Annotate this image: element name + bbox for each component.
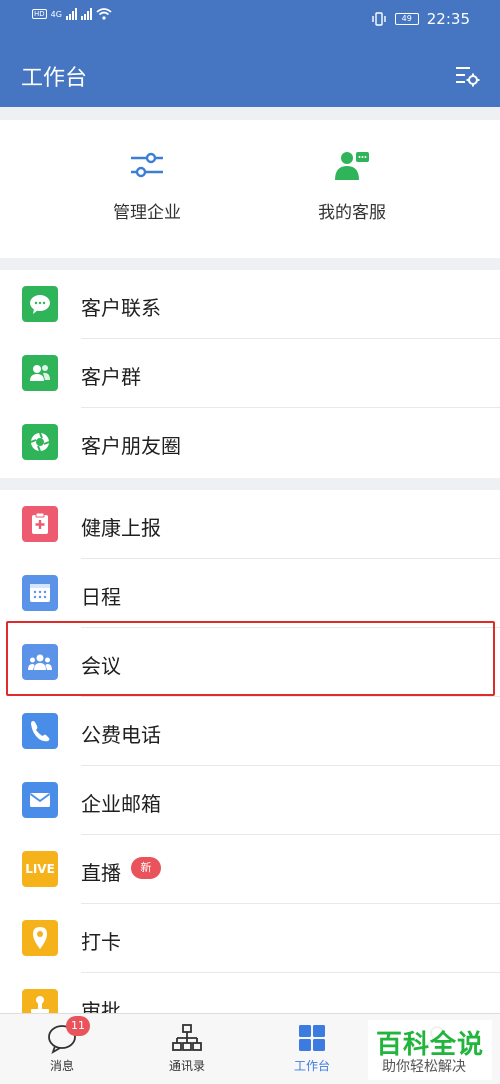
item-label: 直播 [81,861,121,885]
watermark-logo: 百科全说 助你轻松解决 [368,1020,492,1080]
org-chart-icon [172,1024,202,1051]
list-item-public-phone[interactable]: 公费电话 [0,697,500,766]
status-bar: HD 4G 49 22:35 [0,0,500,40]
tab-contacts[interactable]: 通讯录 [137,1022,237,1074]
vibrate-icon [372,12,386,26]
list-item-check-in[interactable]: 打卡 [0,904,500,973]
my-customer-service-button[interactable]: 我的客服 [272,150,432,223]
location-pin-icon [22,920,58,956]
signal-icon [80,8,92,20]
list-item-customer-contact[interactable]: 客户联系 [0,270,500,339]
signal-indicators: HD 4G [32,8,112,20]
item-label: 健康上报 [81,516,161,540]
list-item-health-report[interactable]: 健康上报 [0,490,500,559]
item-label: 会议 [81,654,121,678]
live-icon: LIVE [22,851,58,887]
sliders-icon [131,152,163,178]
list-item-meeting[interactable]: 会议 [0,628,500,697]
group-users-icon [22,355,58,391]
item-label: 客户朋友圈 [81,434,181,458]
item-label: 企业邮箱 [81,792,161,816]
quick-action-label: 管理企业 [113,203,181,223]
mail-icon [22,782,58,818]
aperture-icon [22,424,58,460]
calendar-icon [22,575,58,611]
manage-enterprise-button[interactable]: 管理企业 [67,150,227,223]
phone-icon [22,713,58,749]
signal-icon [65,8,77,20]
list-item-customer-moments[interactable]: 客户朋友圈 [0,408,500,477]
watermark-subtitle: 助你轻松解决 [382,1059,466,1075]
status-right: 49 22:35 [371,10,470,28]
list-item-schedule[interactable]: 日程 [0,559,500,628]
wifi-icon [96,8,112,20]
tab-messages[interactable]: 11 消息 [12,1016,112,1074]
item-label: 打卡 [81,930,121,954]
battery-icon: 49 [394,13,419,25]
page-title: 工作台 [21,66,88,91]
list-item-live[interactable]: LIVE 直播 新 [0,835,500,904]
clock: 22:35 [426,10,470,28]
customer-service-icon [335,152,369,180]
tab-label: 工作台 [293,1059,330,1073]
medical-clipboard-icon [22,506,58,542]
workbench-settings-icon[interactable] [454,62,480,88]
customer-apps-list: 客户联系 客户群 客户朋友圈 [0,270,500,478]
tab-label: 消息 [49,1059,74,1073]
new-badge: 新 [131,857,161,879]
item-label: 公费电话 [81,723,161,747]
item-label: 客户联系 [81,296,161,320]
office-apps-list: 健康上报 日程 会议 公费电话 企业邮箱 LIVE 直播 新 打卡 审批 [0,490,500,1020]
meeting-icon [22,644,58,680]
item-label: 日程 [81,585,121,609]
unread-badge: 11 [66,1016,90,1036]
tab-workbench[interactable]: 工作台 [262,1022,362,1074]
app-header: HD 4G 49 22:35 工作台 [0,0,500,107]
chat-bubble-icon [22,286,58,322]
tab-label: 通讯录 [168,1059,205,1073]
list-item-customer-group[interactable]: 客户群 [0,339,500,408]
quick-actions-panel: 管理企业 我的客服 [0,120,500,258]
list-item-enterprise-mail[interactable]: 企业邮箱 [0,766,500,835]
quick-action-label: 我的客服 [318,203,386,223]
item-label: 客户群 [81,365,141,389]
workbench-grid-icon [299,1025,325,1051]
